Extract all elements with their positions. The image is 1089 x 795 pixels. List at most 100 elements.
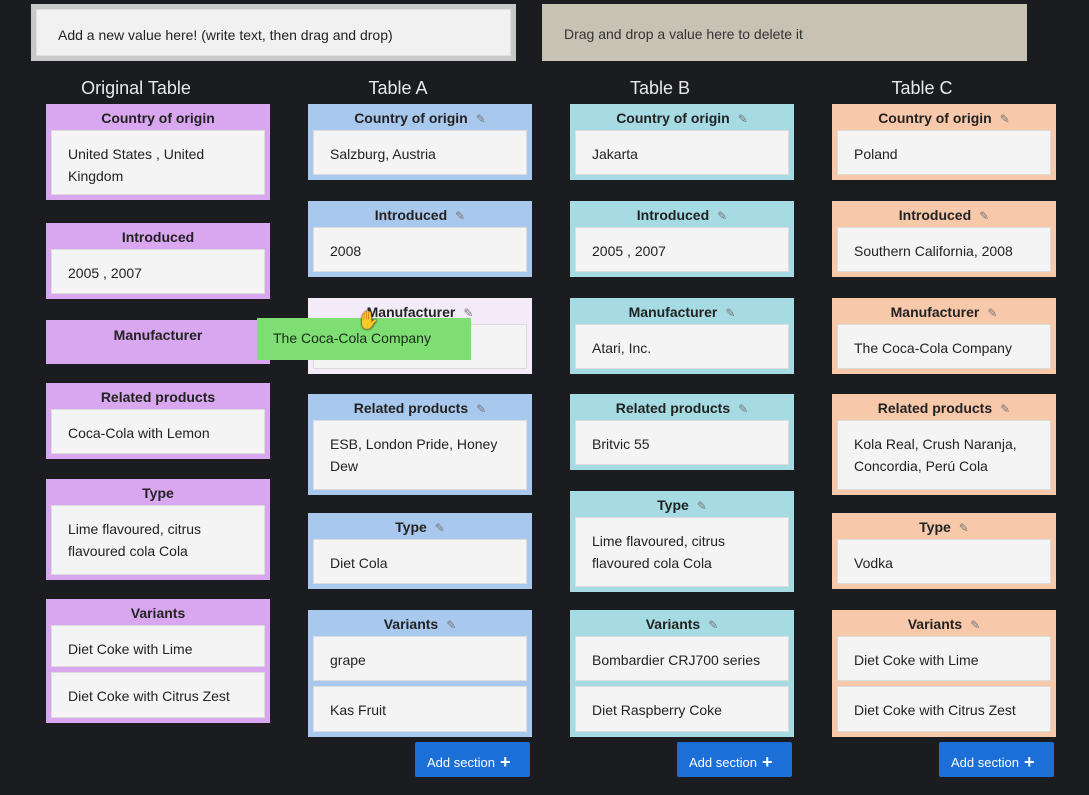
delete-drop-zone[interactable]: Drag and drop a value here to delete it xyxy=(542,4,1027,61)
section-header: Introduced ✎ xyxy=(837,201,1051,227)
value-item[interactable]: Diet Coke with Citrus Zest xyxy=(51,672,265,718)
value-item[interactable]: Vodka xyxy=(837,539,1051,584)
section-card[interactable]: Introduced ✎ 2005 , 2007 xyxy=(570,201,794,277)
edit-pencil-icon[interactable]: ✎ xyxy=(1000,112,1010,126)
edit-pencil-icon[interactable]: ✎ xyxy=(435,521,445,535)
section-header: Type ✎ xyxy=(313,513,527,539)
value-item[interactable]: Diet Cola xyxy=(313,539,527,584)
section-header-label: Manufacturer xyxy=(628,304,718,320)
value-item[interactable]: Kas Fruit xyxy=(313,686,527,732)
value-item[interactable]: Lime flavoured, citrus flavoured cola Co… xyxy=(51,505,265,575)
section-card[interactable]: Manufacturer ✎ Atari, Inc. xyxy=(570,298,794,374)
edit-pencil-icon[interactable]: ✎ xyxy=(987,306,997,320)
section-card[interactable]: Manufacturer xyxy=(46,320,270,364)
add-section-button[interactable]: Add section + xyxy=(415,742,530,777)
section-header: Country of origin ✎ xyxy=(313,104,527,130)
section-header-label: Country of origin xyxy=(354,110,468,126)
value-item[interactable]: Diet Raspberry Coke xyxy=(575,686,789,732)
value-item[interactable]: Britvic 55 xyxy=(575,420,789,465)
add-value-input[interactable]: Add a new value here! (write text, then … xyxy=(36,9,511,56)
value-item[interactable]: Coca-Cola with Lemon xyxy=(51,409,265,454)
table-title-b: Table B xyxy=(629,78,691,98)
section-card[interactable]: Type Lime flavoured, citrus flavoured col… xyxy=(46,479,270,580)
value-item[interactable]: Southern California, 2008 xyxy=(837,227,1051,272)
value-item[interactable]: Diet Coke with Citrus Zest xyxy=(837,686,1051,732)
value-item[interactable]: Salzburg, Austria xyxy=(313,130,527,175)
section-header: Country of origin ✎ xyxy=(575,104,789,130)
edit-pencil-icon[interactable]: ✎ xyxy=(1000,402,1010,416)
section-card[interactable]: Variants Diet Coke with Lime Diet Coke wit… xyxy=(46,599,270,723)
edit-pencil-icon[interactable]: ✎ xyxy=(476,402,486,416)
section-card[interactable]: Introduced ✎ Southern California, 2008 xyxy=(832,201,1056,277)
value-item[interactable]: ESB, London Pride, Honey Dew xyxy=(313,420,527,490)
value-item[interactable]: Kola Real, Crush Naranja, Concordia, Per… xyxy=(837,420,1051,490)
edit-pencil-icon[interactable]: ✎ xyxy=(455,209,465,223)
value-item[interactable]: Jakarta xyxy=(575,130,789,175)
value-item[interactable]: The Coca-Cola Company xyxy=(837,324,1051,369)
value-item[interactable]: 2005 , 2007 xyxy=(575,227,789,272)
value-item[interactable]: Diet Coke with Lime xyxy=(837,636,1051,681)
edit-pencil-icon[interactable]: ✎ xyxy=(697,499,707,513)
section-card[interactable]: Variants ✎ Diet Coke with Lime Diet Coke wi… xyxy=(832,610,1056,737)
section-card[interactable]: Country of origin United States , United … xyxy=(46,104,270,200)
value-item[interactable]: Bombardier CRJ700 series xyxy=(575,636,789,681)
section-card[interactable]: Country of origin ✎ Poland xyxy=(832,104,1056,180)
section-header-label: Related products xyxy=(615,400,731,416)
section-card[interactable]: Introduced ✎ 2008 xyxy=(308,201,532,277)
section-header-label: Type xyxy=(919,519,951,535)
section-header: Manufacturer ✎ xyxy=(837,298,1051,324)
value-item[interactable]: United States , United Kingdom xyxy=(51,130,265,195)
section-header-label: Variants xyxy=(907,616,963,632)
section-card[interactable]: Related products ✎ ESB, London Pride, Hone… xyxy=(308,394,532,495)
section-card[interactable]: Country of origin ✎ Jakarta xyxy=(570,104,794,180)
value-item[interactable]: Diet Coke with Lime xyxy=(51,625,265,667)
edit-pencil-icon[interactable]: ✎ xyxy=(738,402,748,416)
value-item[interactable]: 2008 xyxy=(313,227,527,272)
section-card[interactable]: Country of origin ✎ Salzburg, Austria xyxy=(308,104,532,180)
section-card[interactable]: Variants ✎ Bombardier CRJ700 series Diet Ra… xyxy=(570,610,794,737)
value-item[interactable]: 2005 , 2007 xyxy=(51,249,265,294)
edit-pencil-icon[interactable]: ✎ xyxy=(970,618,980,632)
section-card[interactable]: Introduced 2005 , 2007 xyxy=(46,223,270,299)
section-card[interactable]: Related products ✎ Britvic 55 xyxy=(570,394,794,470)
section-header-label: Introduced xyxy=(898,207,972,223)
add-section-button[interactable]: Add section + xyxy=(677,742,792,777)
edit-pencil-icon[interactable]: ✎ xyxy=(959,521,969,535)
section-header: Country of origin ✎ xyxy=(837,104,1051,130)
value-item[interactable]: Lime flavoured, citrus flavoured cola Co… xyxy=(575,517,789,587)
edit-pencil-icon[interactable]: ✎ xyxy=(725,306,735,320)
section-card[interactable]: Type ✎ Diet Cola xyxy=(308,513,532,589)
add-section-label: Add section xyxy=(689,755,757,770)
value-item[interactable]: grape xyxy=(313,636,527,681)
section-card[interactable]: Related products Coca-Cola with Lemon xyxy=(46,383,270,459)
edit-pencil-icon[interactable]: ✎ xyxy=(717,209,727,223)
edit-pencil-icon[interactable]: ✎ xyxy=(979,209,989,223)
section-header: Variants ✎ xyxy=(837,610,1051,636)
add-value-zone[interactable]: Add a new value here! (write text, then … xyxy=(31,4,516,61)
value-item[interactable]: Poland xyxy=(837,130,1051,175)
value-item[interactable]: Atari, Inc. xyxy=(575,324,789,369)
section-card[interactable]: Related products ✎ Kola Real, Crush Naranj… xyxy=(832,394,1056,495)
edit-pencil-icon[interactable]: ✎ xyxy=(446,618,456,632)
table-title-a: Table A xyxy=(368,78,428,98)
section-header: Introduced xyxy=(51,223,265,249)
section-header-label: Type xyxy=(142,485,174,501)
section-header: Related products xyxy=(51,383,265,409)
section-header-label: Related products xyxy=(100,389,216,405)
section-card[interactable]: Variants ✎ grape Kas Fruit xyxy=(308,610,532,737)
section-header: Introduced ✎ xyxy=(575,201,789,227)
section-header: Variants ✎ xyxy=(313,610,527,636)
section-card[interactable]: Type ✎ Vodka xyxy=(832,513,1056,589)
add-section-label: Add section xyxy=(951,755,1019,770)
section-card[interactable]: Type ✎ Lime flavoured, citrus flavoured co… xyxy=(570,491,794,592)
section-header: Variants ✎ xyxy=(575,610,789,636)
add-section-label: Add section xyxy=(427,755,495,770)
section-header-label: Introduced xyxy=(636,207,710,223)
grab-cursor-icon: ✋ xyxy=(357,310,380,330)
edit-pencil-icon[interactable]: ✎ xyxy=(738,112,748,126)
section-header: Introduced ✎ xyxy=(313,201,527,227)
section-card[interactable]: Manufacturer ✎ The Coca-Cola Company xyxy=(832,298,1056,374)
add-section-button[interactable]: Add section + xyxy=(939,742,1054,777)
edit-pencil-icon[interactable]: ✎ xyxy=(476,112,486,126)
edit-pencil-icon[interactable]: ✎ xyxy=(708,618,718,632)
